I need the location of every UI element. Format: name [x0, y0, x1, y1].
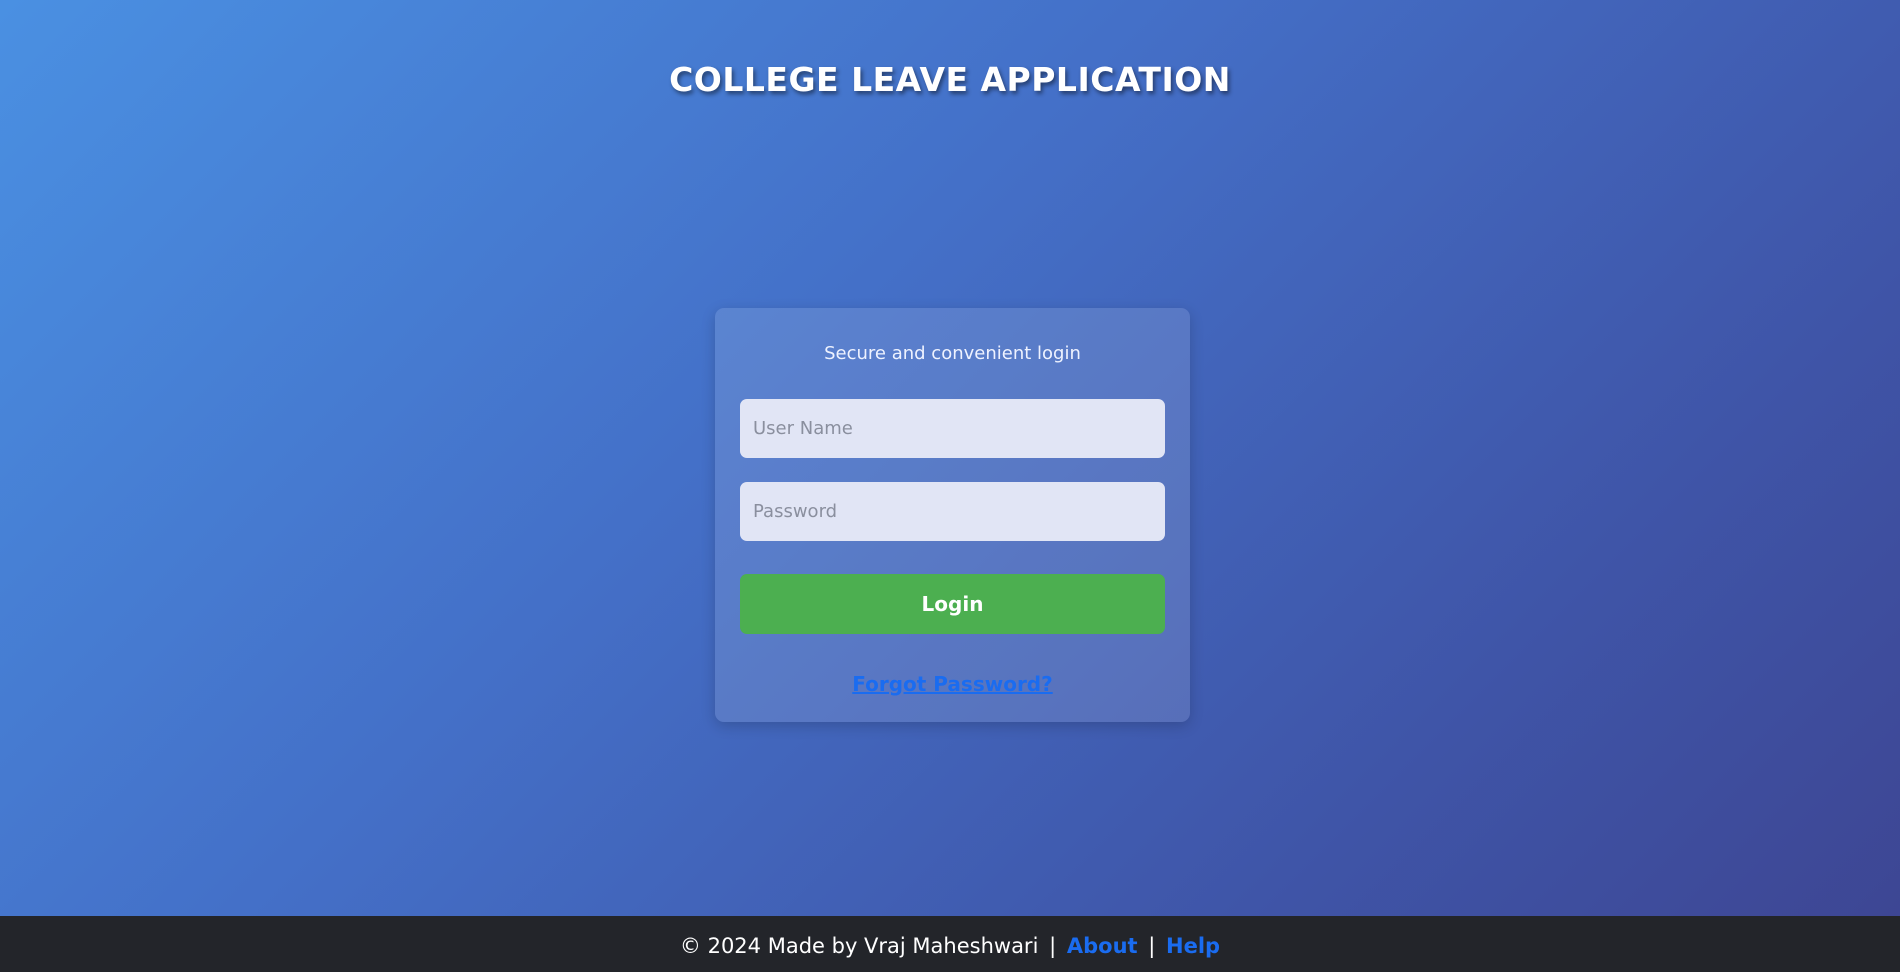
login-subtitle: Secure and convenient login — [824, 343, 1081, 364]
footer-separator: | — [1148, 934, 1156, 958]
footer-separator: | — [1049, 934, 1057, 958]
forgot-password-link[interactable]: Forgot Password? — [852, 672, 1052, 696]
page-title: COLLEGE LEAVE APPLICATION — [669, 60, 1231, 99]
page-header: COLLEGE LEAVE APPLICATION — [0, 60, 1900, 99]
login-button[interactable]: Login — [740, 574, 1165, 634]
password-input[interactable] — [740, 482, 1165, 541]
forgot-password-container: Forgot Password? — [740, 672, 1165, 696]
footer-help-link[interactable]: Help — [1166, 934, 1220, 958]
page-footer: © 2024 Made by Vraj Maheshwari | About |… — [0, 916, 1900, 972]
footer-about-link[interactable]: About — [1067, 934, 1138, 958]
username-input[interactable] — [740, 399, 1165, 458]
footer-copyright: © 2024 Made by Vraj Maheshwari — [679, 934, 1039, 958]
login-card: Secure and convenient login Login Forgot… — [715, 308, 1190, 722]
